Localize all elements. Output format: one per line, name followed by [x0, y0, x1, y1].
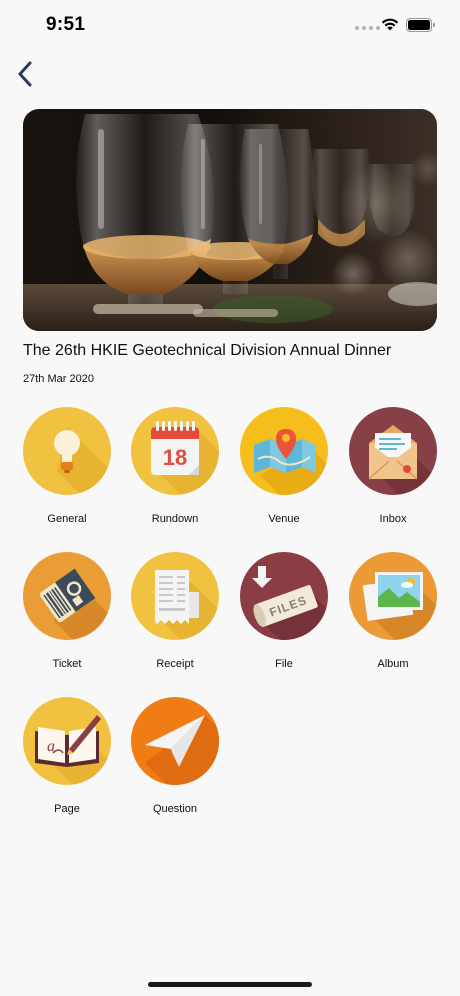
receipt-icon — [131, 552, 219, 640]
menu-item-general[interactable]: General — [12, 407, 122, 537]
menu-item-label: Inbox — [379, 513, 407, 525]
menu-item-label: Question — [152, 803, 198, 815]
menu-item-label: Rundown — [151, 513, 199, 525]
menu-item-label: File — [275, 658, 293, 670]
status-time: 9:51 — [46, 14, 86, 35]
cellular-signal-icon — [355, 26, 380, 30]
menu-item-file[interactable]: FILES File — [229, 552, 339, 682]
menu-item-label: Page — [54, 803, 80, 815]
ticket-icon — [23, 552, 111, 640]
event-date: 27th Mar 2020 — [23, 373, 94, 385]
wifi-icon — [381, 18, 399, 31]
menu-item-label: Album — [377, 658, 409, 670]
event-title: The 26th HKIE Geotechnical Division Annu… — [23, 342, 392, 359]
event-hero-image — [23, 109, 437, 331]
envelope-icon — [349, 407, 437, 495]
menu-item-label: Ticket — [52, 658, 82, 670]
svg-text:18: 18 — [163, 445, 187, 470]
menu-item-album[interactable]: Album — [338, 552, 448, 682]
lightbulb-icon — [23, 407, 111, 495]
calendar-icon: 18 — [131, 407, 219, 495]
menu-item-label: Receipt — [156, 658, 194, 670]
menu-item-question[interactable]: Question — [120, 697, 230, 827]
files-icon: FILES — [240, 552, 328, 640]
status-bar: 9:51 — [0, 0, 460, 50]
back-button[interactable] — [8, 56, 42, 92]
menu-item-inbox[interactable]: Inbox — [338, 407, 448, 537]
menu-item-label: Venue — [268, 513, 300, 525]
battery-icon — [406, 18, 435, 32]
home-indicator[interactable] — [148, 982, 312, 987]
menu-item-rundown[interactable]: 18 Rundown — [120, 407, 230, 537]
map-pin-icon — [240, 407, 328, 495]
menu-item-label: General — [47, 513, 87, 525]
menu-item-venue[interactable]: Venue — [229, 407, 339, 537]
menu-item-receipt[interactable]: Receipt — [120, 552, 230, 682]
menu-item-ticket[interactable]: Ticket — [12, 552, 122, 682]
chevron-left-icon — [18, 61, 32, 87]
paper-plane-icon — [131, 697, 219, 785]
menu-item-page[interactable]: a Page — [12, 697, 122, 827]
book-pen-icon: a — [23, 697, 111, 785]
photos-icon — [349, 552, 437, 640]
